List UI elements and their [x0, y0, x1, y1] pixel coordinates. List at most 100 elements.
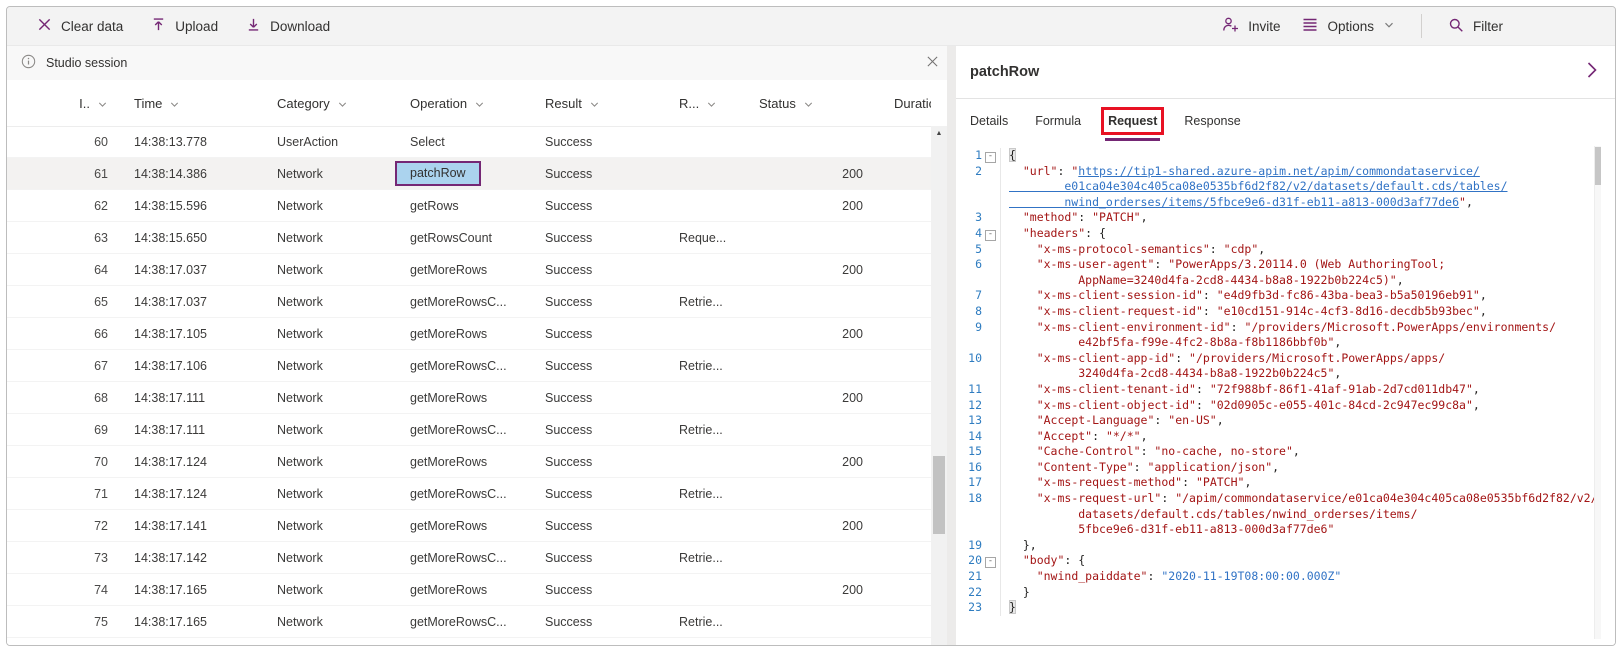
table-row[interactable]: 7214:38:17.141NetworkgetMoreRowsSuccess2… — [7, 510, 931, 542]
code-scrollbar-thumb[interactable] — [1595, 147, 1601, 185]
table-row[interactable]: 6614:38:17.105NetworkgetMoreRowsSuccess2… — [7, 318, 931, 350]
cell-result: Success — [529, 135, 665, 149]
options-chevron-down-icon — [1383, 19, 1395, 34]
column-header-result[interactable]: Result — [529, 96, 665, 111]
cell-category: Network — [254, 391, 390, 405]
table-row[interactable]: 7314:38:17.142NetworkgetMoreRowsC...Succ… — [7, 542, 931, 574]
url-link[interactable]: https://tip1-shared.azure-apim.net/apim/… — [1009, 164, 1508, 209]
cell-result: Success — [529, 615, 665, 629]
code-text: "Accept-Language": "en-US", — [1000, 413, 1224, 429]
cell-time: 14:38:17.105 — [116, 327, 254, 341]
options-lines-icon — [1302, 17, 1318, 35]
table-row[interactable]: 6414:38:17.037NetworkgetMoreRowsSuccess2… — [7, 254, 931, 286]
line-number: 11 — [956, 382, 982, 398]
tab-request[interactable]: Request — [1108, 99, 1157, 143]
table-row[interactable]: 7414:38:17.165NetworkgetMoreRowsSuccess2… — [7, 574, 931, 606]
column-header-id[interactable]: I.. — [7, 96, 116, 111]
invite-label: Invite — [1248, 19, 1280, 34]
tab-details[interactable]: Details — [970, 99, 1008, 143]
line-number: 18 — [956, 491, 982, 538]
upload-button[interactable]: Upload — [151, 17, 218, 35]
gutter-spacer — [982, 304, 999, 320]
sort-chevron-icon — [706, 99, 717, 110]
filter-button[interactable]: Filter — [1448, 17, 1503, 36]
table-row[interactable]: 7114:38:17.124NetworkgetMoreRowsC...Succ… — [7, 478, 931, 510]
code-scrollbar[interactable] — [1594, 146, 1601, 639]
gutter-spacer — [982, 320, 999, 351]
code-line: 23} — [956, 600, 1615, 616]
cell-operation: Select — [390, 135, 529, 149]
table-row[interactable]: 6714:38:17.106NetworkgetMoreRowsC...Succ… — [7, 350, 931, 382]
column-header-resultInfo[interactable]: R... — [665, 96, 745, 111]
code-line: 4- "headers": { — [956, 226, 1615, 242]
cell-operation: getMoreRowsC... — [390, 295, 529, 309]
code-text: "url": "https://tip1-shared.azure-apim.n… — [1000, 164, 1508, 211]
cell-status: 200 — [745, 167, 875, 181]
session-header: Studio session — [7, 46, 947, 80]
cell-time: 14:38:17.124 — [116, 487, 254, 501]
cell-result: Success — [529, 359, 665, 373]
code-line: 18 "x-ms-request-url": "/apim/commondata… — [956, 491, 1615, 538]
table-row[interactable]: 6914:38:17.111NetworkgetMoreRowsC...Succ… — [7, 414, 931, 446]
table-row[interactable]: 6114:38:14.386NetworkpatchRowSuccess200 — [7, 158, 931, 190]
invite-button[interactable]: Invite — [1222, 16, 1280, 36]
column-header-operation[interactable]: Operation — [390, 96, 529, 111]
fold-collapse-icon[interactable]: - — [982, 226, 999, 242]
cell-result: Success — [529, 519, 665, 533]
detail-panel: patchRow Details Formula Request Respons… — [956, 46, 1615, 645]
table-row[interactable]: 7014:38:17.124NetworkgetMoreRowsSuccess2… — [7, 446, 931, 478]
close-session-icon[interactable] — [926, 55, 939, 68]
scroll-up-arrow-icon[interactable]: ▲ — [931, 126, 947, 140]
sort-chevron-icon — [169, 99, 180, 110]
code-line: 16 "Content-Type": "application/json", — [956, 460, 1615, 476]
line-number: 3 — [956, 210, 982, 226]
gutter-spacer — [982, 600, 999, 616]
column-label: Time — [134, 96, 162, 111]
clear-data-button[interactable]: Clear data — [37, 17, 123, 35]
cell-id: 66 — [7, 327, 116, 341]
line-number: 17 — [956, 475, 982, 491]
cell-id: 65 — [7, 295, 116, 309]
tab-formula[interactable]: Formula — [1035, 99, 1081, 143]
table-row[interactable]: 6314:38:15.650NetworkgetRowsCountSuccess… — [7, 222, 931, 254]
code-text: "headers": { — [1000, 226, 1106, 242]
selected-operation-chip[interactable]: patchRow — [395, 161, 481, 186]
expand-panel-chevron-icon[interactable] — [1584, 60, 1599, 85]
tab-response[interactable]: Response — [1184, 99, 1240, 143]
column-header-category[interactable]: Category — [254, 96, 390, 111]
request-json-viewer: 1-{2 "url": "https://tip1-shared.azure-a… — [956, 143, 1615, 645]
table-row[interactable]: 6814:38:17.111NetworkgetMoreRowsSuccess2… — [7, 382, 931, 414]
column-label: Status — [759, 96, 796, 111]
column-label: Operation — [410, 96, 467, 111]
line-number: 9 — [956, 320, 982, 351]
table-row[interactable]: 7514:38:17.165NetworkgetMoreRowsC...Succ… — [7, 606, 931, 638]
gutter-spacer — [982, 164, 999, 211]
table-row[interactable]: 6514:38:17.037NetworkgetMoreRowsC...Succ… — [7, 286, 931, 318]
code-text: "x-ms-client-session-id": "e4d9fb3d-fc86… — [1000, 288, 1487, 304]
table-row[interactable]: 6014:38:13.778UserActionSelectSuccess — [7, 126, 931, 158]
column-header-time[interactable]: Time — [116, 96, 254, 111]
cell-resultInfo: Retrie... — [665, 487, 745, 501]
cell-category: Network — [254, 231, 390, 245]
gutter-spacer — [982, 475, 999, 491]
code-line: 5 "x-ms-protocol-semantics": "cdp", — [956, 242, 1615, 258]
cell-result: Success — [529, 583, 665, 597]
table-row[interactable]: 6214:38:15.596NetworkgetRowsSuccess200 — [7, 190, 931, 222]
code-text: "x-ms-request-url": "/apim/commondataser… — [1000, 491, 1598, 538]
table-scrollbar-thumb[interactable] — [933, 456, 945, 534]
cell-time: 14:38:17.141 — [116, 519, 254, 533]
table-scrollbar[interactable]: ▲ — [931, 126, 947, 645]
cell-id: 71 — [7, 487, 116, 501]
cell-category: Network — [254, 295, 390, 309]
code-text: } — [1000, 585, 1030, 601]
column-header-status[interactable]: Status — [745, 96, 875, 111]
fold-collapse-icon[interactable]: - — [982, 553, 999, 569]
download-button[interactable]: Download — [246, 17, 330, 35]
fold-collapse-icon[interactable]: - — [982, 148, 999, 164]
options-button[interactable]: Options — [1302, 17, 1395, 35]
line-number: 2 — [956, 164, 982, 211]
gutter-spacer — [982, 429, 999, 445]
top-toolbar: Clear data Upload Download Invite Option… — [7, 7, 1615, 46]
code-line: 22 } — [956, 585, 1615, 601]
code-line: 1-{ — [956, 148, 1615, 164]
